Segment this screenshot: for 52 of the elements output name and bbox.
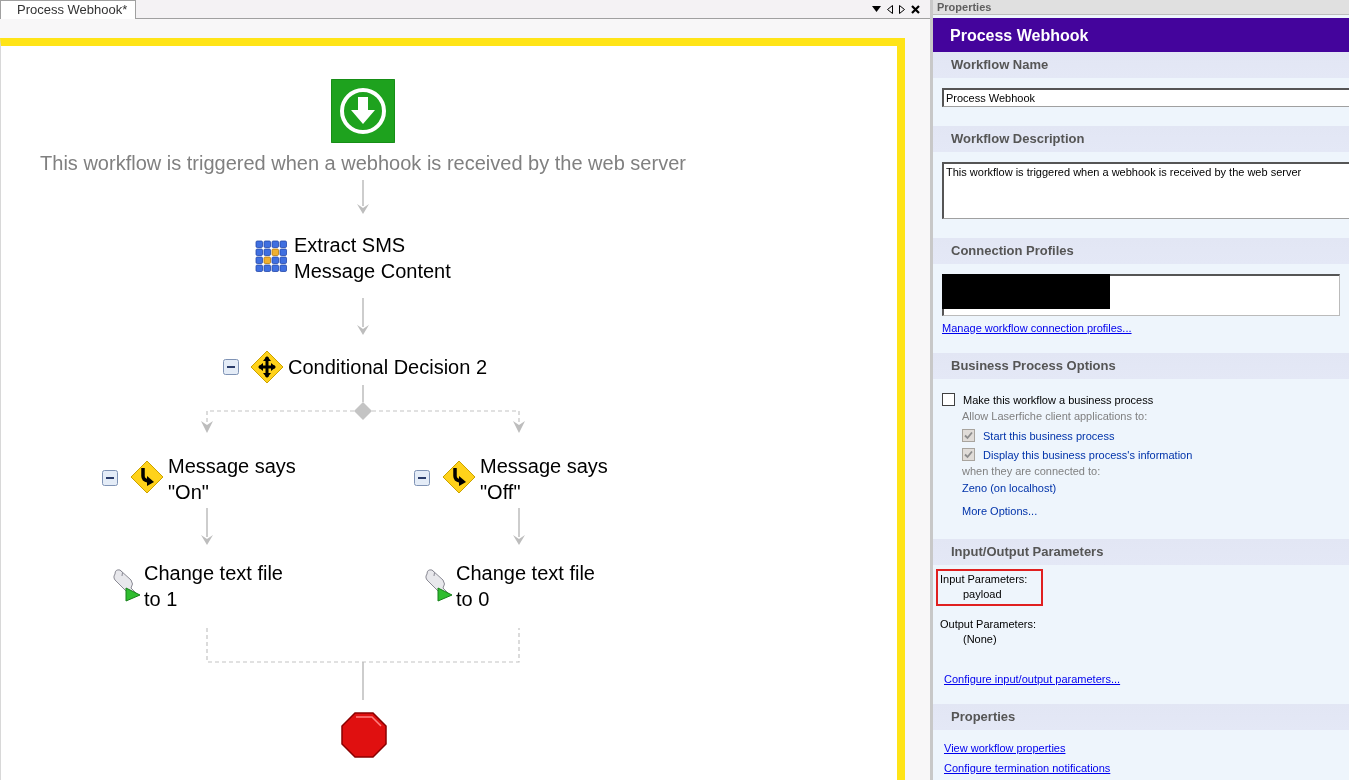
connector-arrow bbox=[201, 507, 213, 545]
branch-label: Message says "On" bbox=[168, 454, 297, 505]
server-link[interactable]: Zeno (on localhost) bbox=[962, 480, 1057, 497]
stop-icon bbox=[341, 712, 387, 758]
section-header: Connection Profiles bbox=[933, 238, 1349, 264]
section-header: Input/Output Parameters bbox=[933, 539, 1349, 565]
workflow-name-field[interactable]: Process Webhook bbox=[942, 88, 1349, 107]
checkbox-label: Display this business process's information bbox=[983, 448, 1193, 461]
connector-arrow bbox=[357, 179, 369, 214]
diamond-turn-icon bbox=[130, 460, 164, 494]
activity-label: Change text file to 1 bbox=[144, 561, 284, 612]
connection-profiles-list[interactable] bbox=[942, 274, 1340, 316]
dropdown-icon[interactable] bbox=[872, 6, 881, 12]
section-header: Properties bbox=[933, 704, 1349, 730]
diamond-arrows-icon bbox=[250, 350, 284, 384]
activity-label: Change text file to 0 bbox=[456, 561, 596, 612]
panel-title: Properties bbox=[933, 0, 1349, 15]
section-header: Workflow Name bbox=[933, 52, 1349, 78]
section-header: Business Process Options bbox=[933, 353, 1349, 379]
properties-link[interactable]: View workflow properties bbox=[944, 742, 1066, 754]
activity-label: Extract SMS Message Content bbox=[294, 233, 452, 284]
diamond-turn-icon bbox=[442, 460, 476, 494]
parameter-value: payload bbox=[963, 588, 1003, 600]
collapse-toggle[interactable] bbox=[223, 359, 239, 375]
checkbox-label: Start this business process bbox=[983, 429, 1115, 442]
workflow-description-field[interactable]: This workflow is triggered when a webhook is received by the web server bbox=[942, 162, 1349, 219]
checkbox[interactable] bbox=[942, 393, 955, 406]
configure-parameters-link[interactable]: Configure input/output parameters... bbox=[944, 673, 1121, 685]
document-tab[interactable]: Process Webhook* bbox=[0, 0, 137, 19]
checkbox-label: Make this workflow a business process bbox=[963, 393, 1154, 406]
hint-text: Allow Laserfiche client applications to: bbox=[962, 409, 1148, 424]
decision-label: Conditional Decision 2 bbox=[288, 355, 487, 380]
close-icon[interactable] bbox=[911, 4, 920, 14]
collapse-toggle[interactable] bbox=[414, 470, 430, 486]
more-options-link[interactable]: More Options... bbox=[962, 503, 1038, 520]
trigger-caption: This workflow is triggered when a webhook is received by the web server bbox=[39, 151, 687, 176]
parameter-value: (None) bbox=[963, 633, 998, 645]
start-arrow-icon bbox=[331, 79, 395, 143]
connector-arrow bbox=[513, 507, 525, 545]
properties-heading: Process Webhook bbox=[933, 18, 1349, 52]
scroll-right-icon[interactable] bbox=[899, 4, 905, 14]
parameter-label: Input Parameters: bbox=[940, 573, 1028, 585]
properties-link[interactable]: Configure termination notifications bbox=[944, 762, 1111, 774]
parameter-label: Output Parameters: bbox=[940, 618, 1036, 630]
scroll-left-icon[interactable] bbox=[887, 4, 893, 14]
collapse-toggle[interactable] bbox=[102, 470, 118, 486]
grid-icon bbox=[255, 240, 289, 274]
section-header: Workflow Description bbox=[933, 126, 1349, 152]
connector-arrow bbox=[357, 297, 369, 335]
branch-label: Message says "Off" bbox=[480, 454, 609, 505]
hint-text: when they are connected to: bbox=[962, 464, 1101, 479]
manage-profiles-link[interactable]: Manage workflow connection profiles... bbox=[942, 322, 1132, 334]
